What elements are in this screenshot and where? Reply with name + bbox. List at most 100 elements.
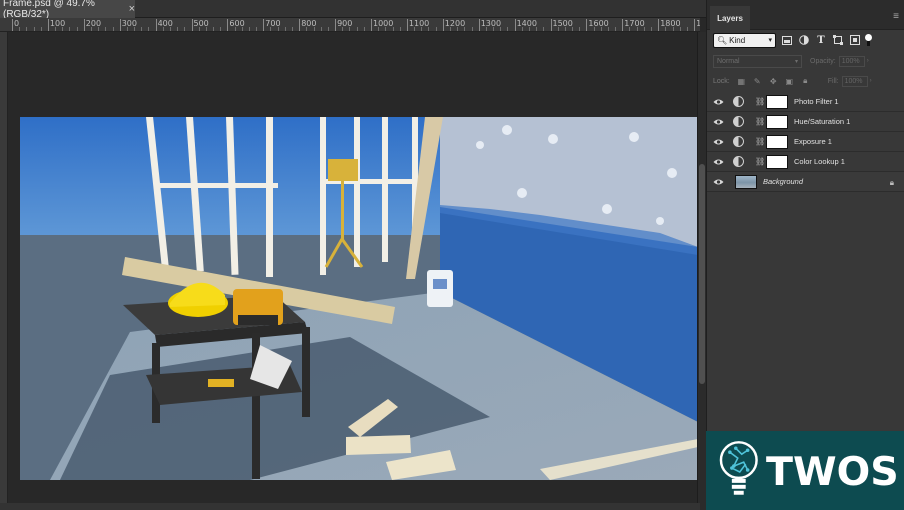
layer-row-background[interactable]: Background 🔒︎ bbox=[707, 172, 904, 192]
canvas-workspace[interactable] bbox=[8, 32, 698, 510]
ruler-minor-tick bbox=[457, 27, 459, 31]
lock-label: Lock: bbox=[713, 77, 730, 85]
shape-filter-icon[interactable] bbox=[832, 34, 844, 46]
horizontal-ruler[interactable]: 0 100 200 300 400 500 600 700 800 900 1000 1100 1200… bbox=[0, 18, 700, 32]
ruler-tick bbox=[119, 19, 121, 31]
ruler-minor-tick bbox=[270, 27, 272, 31]
type-filter-icon[interactable]: T bbox=[815, 34, 827, 46]
lock-brush-icon[interactable]: ✎ bbox=[753, 77, 762, 86]
ruler-minor-tick bbox=[234, 27, 236, 31]
filter-toggle-switch[interactable] bbox=[865, 34, 873, 46]
ruler-minor-tick bbox=[306, 27, 308, 31]
lock-artboard-icon[interactable]: ▣ bbox=[785, 77, 794, 86]
ruler-minor-tick bbox=[292, 27, 294, 31]
ruler-tick bbox=[658, 19, 660, 31]
layer-name[interactable]: Color Lookup 1 bbox=[794, 157, 845, 166]
eye-icon[interactable] bbox=[707, 152, 729, 172]
ruler-minor-tick bbox=[543, 27, 545, 31]
opacity-input[interactable]: 100% bbox=[838, 55, 865, 67]
ruler-tick bbox=[263, 19, 265, 31]
ruler-minor-tick bbox=[521, 27, 523, 31]
ruler-minor-tick bbox=[220, 27, 222, 31]
layer-filter-row: 🔍︎ Kind ▾ T bbox=[713, 32, 901, 48]
lock-all-icon[interactable]: 🔒︎ bbox=[801, 76, 810, 86]
ruler-minor-tick bbox=[593, 27, 595, 31]
smart-object-filter-icon[interactable] bbox=[849, 34, 861, 46]
ruler-minor-tick bbox=[76, 27, 78, 31]
ruler-tick bbox=[694, 19, 696, 31]
eye-icon[interactable] bbox=[707, 132, 729, 152]
ruler-minor-tick bbox=[421, 27, 423, 31]
panel-menu-icon[interactable]: ≡ bbox=[893, 11, 899, 22]
ruler-tick bbox=[227, 19, 229, 31]
document-tab-title: Frame.psd @ 49.7% (RGB/32*) bbox=[3, 0, 95, 20]
ruler-label: 1100 bbox=[408, 19, 430, 28]
layer-mask-thumbnail[interactable] bbox=[766, 134, 788, 149]
ruler-minor-tick bbox=[313, 27, 315, 31]
layer-row[interactable]: ⛓ Hue/Saturation 1 bbox=[707, 112, 904, 132]
ruler-minor-tick bbox=[198, 27, 200, 31]
image-filter-icon[interactable] bbox=[781, 34, 793, 46]
eye-icon[interactable] bbox=[707, 92, 729, 112]
ruler-minor-tick bbox=[493, 27, 495, 31]
lock-transparent-icon[interactable]: ▦ bbox=[737, 77, 746, 86]
ruler-minor-tick bbox=[428, 27, 430, 31]
lock-position-icon[interactable]: ✥ bbox=[769, 77, 778, 86]
lock-icon: 🔒︎ bbox=[889, 178, 894, 187]
layer-mask-thumbnail[interactable] bbox=[766, 154, 788, 169]
construction-scene-image bbox=[20, 117, 698, 480]
document-tab[interactable]: Frame.psd @ 49.7% (RGB/32*) × bbox=[0, 0, 135, 20]
adjustment-filter-icon[interactable] bbox=[798, 34, 810, 46]
layer-row[interactable]: ⛓ Color Lookup 1 bbox=[707, 152, 904, 172]
ruler-minor-tick bbox=[557, 27, 559, 31]
layer-thumbnail[interactable] bbox=[735, 174, 757, 189]
ruler-minor-tick bbox=[414, 27, 416, 31]
ruler-label: 1000 bbox=[373, 19, 394, 28]
document-canvas[interactable] bbox=[20, 117, 698, 480]
ruler-minor-tick bbox=[536, 27, 538, 31]
ruler-minor-tick bbox=[141, 27, 143, 31]
ruler-tick bbox=[335, 19, 337, 31]
chevron-right-icon[interactable]: › bbox=[867, 58, 869, 64]
chain-link-icon[interactable]: ⛓ bbox=[755, 117, 765, 126]
ruler-minor-tick bbox=[162, 27, 164, 31]
ruler-minor-tick bbox=[148, 27, 150, 31]
scrollbar-thumb[interactable] bbox=[699, 164, 705, 384]
layer-mask-thumbnail[interactable] bbox=[766, 94, 788, 109]
eye-icon[interactable] bbox=[707, 112, 729, 132]
layer-name[interactable]: Background bbox=[763, 177, 803, 186]
close-tab-icon[interactable]: × bbox=[129, 3, 135, 15]
status-bar bbox=[0, 503, 700, 510]
ruler-minor-tick bbox=[169, 27, 171, 31]
ruler-minor-tick bbox=[435, 27, 437, 31]
fill-input[interactable]: 100% bbox=[841, 75, 868, 87]
layer-name[interactable]: Hue/Saturation 1 bbox=[794, 117, 850, 126]
watermark-text: TWOS bbox=[766, 448, 899, 494]
layer-mask-thumbnail[interactable] bbox=[766, 114, 788, 129]
ruler-label: 1900 bbox=[696, 19, 700, 28]
blend-mode-select[interactable]: Normal ▾ bbox=[713, 54, 802, 68]
layer-row[interactable]: ⛓ Photo Filter 1 bbox=[707, 92, 904, 112]
ruler-minor-tick bbox=[572, 27, 574, 31]
chain-link-icon[interactable]: ⛓ bbox=[755, 97, 765, 106]
ruler-minor-tick bbox=[248, 27, 250, 31]
vertical-ruler[interactable] bbox=[0, 32, 8, 510]
ruler-minor-tick bbox=[378, 27, 380, 31]
chain-link-icon[interactable]: ⛓ bbox=[755, 137, 765, 146]
layer-name[interactable]: Exposure 1 bbox=[794, 137, 832, 146]
ruler-minor-tick bbox=[385, 27, 387, 31]
ruler-minor-tick bbox=[112, 27, 114, 31]
ruler-tick bbox=[299, 19, 301, 31]
vertical-scrollbar[interactable] bbox=[697, 32, 706, 510]
filter-kind-select[interactable]: 🔍︎ Kind ▾ bbox=[713, 32, 776, 48]
layer-name[interactable]: Photo Filter 1 bbox=[794, 97, 839, 106]
chain-link-icon[interactable]: ⛓ bbox=[755, 157, 765, 166]
ruler-minor-tick bbox=[356, 27, 358, 31]
ruler-minor-tick bbox=[449, 27, 451, 31]
eye-icon[interactable] bbox=[707, 172, 729, 192]
tab-layers[interactable]: Layers bbox=[710, 6, 750, 30]
chevron-right-icon[interactable]: › bbox=[870, 78, 872, 84]
ruler-minor-tick bbox=[205, 27, 207, 31]
layer-row[interactable]: ⛓ Exposure 1 bbox=[707, 132, 904, 152]
lock-row: Lock: ▦ ✎ ✥ ▣ 🔒︎ Fill: 100% › bbox=[713, 74, 901, 88]
